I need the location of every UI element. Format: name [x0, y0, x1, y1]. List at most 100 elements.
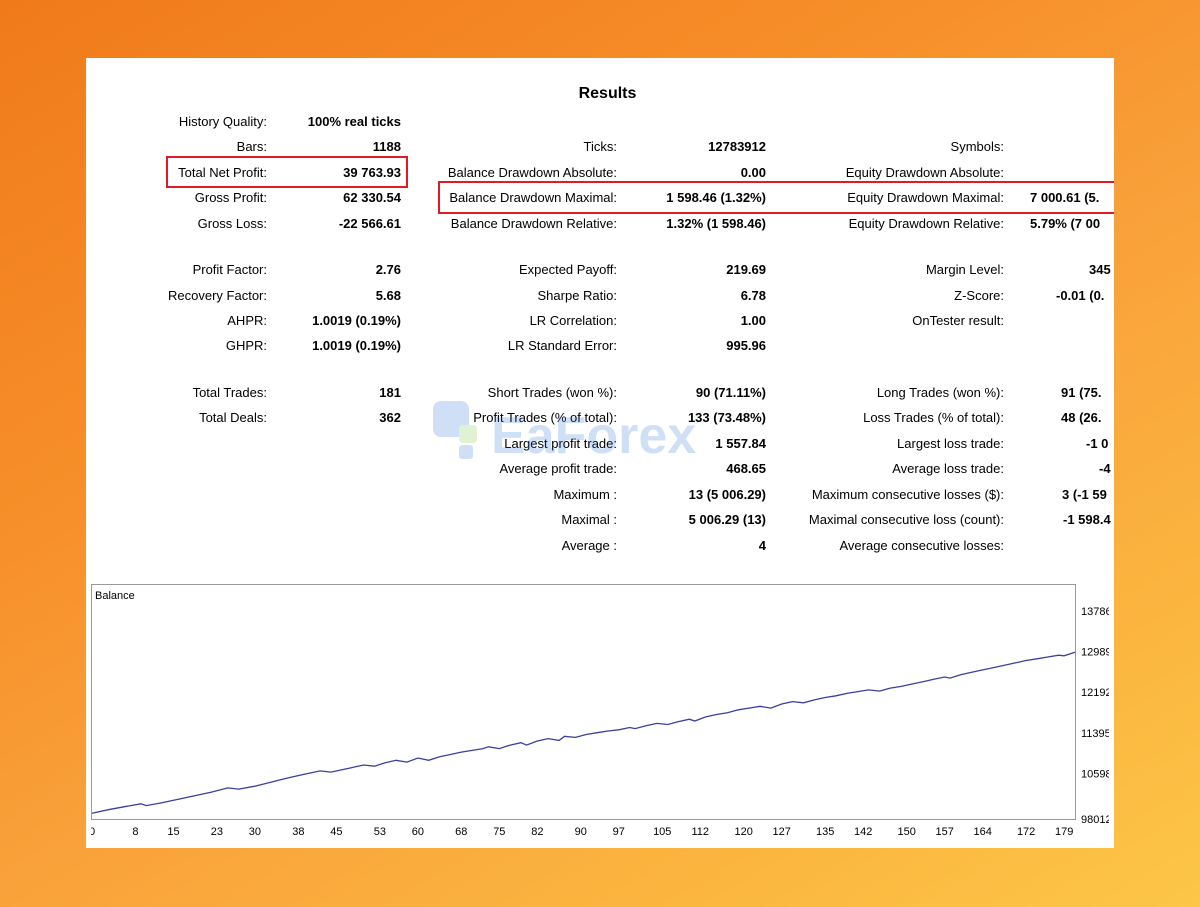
chart-title: Balance	[95, 590, 135, 602]
average-value: 4	[758, 538, 766, 553]
results-title: Results	[578, 85, 637, 102]
x-tick-label: 53	[374, 826, 386, 838]
watermark-mark-icon	[433, 401, 469, 437]
total-trades-value: 181	[379, 385, 401, 400]
history-quality-label: History Quality:	[178, 114, 267, 129]
y-axis: 98012 10598 11395 12192 12989 13786	[1081, 606, 1109, 826]
balance-dd-absolute-label: Balance Drawdown Absolute:	[447, 165, 617, 180]
y-tick-label: 12192	[1081, 687, 1109, 699]
average-consecutive-losses-label: Average consecutive losses:	[839, 538, 1004, 553]
expected-payoff-label: Expected Payoff:	[518, 262, 617, 277]
ghpr-value: 1.0019 (0.19%)	[312, 338, 401, 353]
x-tick-label: 150	[897, 826, 915, 838]
gross-loss-label: Gross Loss:	[197, 216, 267, 231]
x-tick-label: 120	[735, 826, 753, 838]
average-profit-trade-label: Average profit trade:	[499, 461, 617, 476]
sharpe-ratio-label: Sharpe Ratio:	[537, 288, 618, 303]
x-tick-label: 172	[1017, 826, 1035, 838]
x-tick-label: 15	[167, 826, 179, 838]
largest-profit-trade-value: 1 557.84	[715, 436, 766, 451]
x-tick-label: 179	[1055, 826, 1073, 838]
x-tick-label: 112	[691, 826, 709, 838]
total-deals-label: Total Deals:	[199, 410, 267, 425]
margin-level-value: 345	[1089, 262, 1111, 277]
total-net-profit-highlight	[166, 156, 408, 188]
bars-label: Bars:	[236, 139, 267, 154]
y-tick-label: 13786	[1081, 606, 1109, 618]
recovery-factor-value: 5.68	[375, 288, 401, 303]
ticks-label: Ticks:	[583, 139, 617, 154]
lr-correlation-value: 1.00	[740, 313, 766, 328]
x-tick-label: 30	[249, 826, 261, 838]
x-tick-label: 38	[292, 826, 304, 838]
largest-profit-trade-label: Largest profit trade:	[504, 436, 617, 451]
max-consecutive-losses-label: Maximum consecutive losses ($):	[811, 487, 1004, 502]
loss-trades-label: Loss Trades (% of total):	[863, 410, 1004, 425]
symbols-label: Symbols:	[950, 139, 1004, 154]
ahpr-value: 1.0019 (0.19%)	[312, 313, 401, 328]
x-tick-label: 90	[575, 826, 587, 838]
recovery-factor-label: Recovery Factor:	[168, 288, 267, 303]
maximal-consecutive-loss-value: -1 598.4	[1063, 512, 1111, 527]
equity-dd-relative-value: 5.79% (7 00	[1030, 216, 1101, 231]
maximal-label: Maximal :	[561, 512, 617, 527]
x-tick-label: 97	[613, 826, 625, 838]
x-tick-label: 105	[653, 826, 671, 838]
long-trades-value: 91 (75.	[1061, 385, 1102, 400]
z-score-label: Z-Score:	[954, 288, 1004, 303]
equity-dd-absolute-label: Equity Drawdown Absolute:	[845, 165, 1004, 180]
y-tick-label: 10598	[1081, 768, 1109, 780]
largest-loss-trade-value: -1 0	[1086, 436, 1109, 451]
maximum-value: 13 (5 006.29)	[688, 487, 766, 502]
y-tick-label: 12989	[1081, 647, 1109, 659]
balance-dd-relative-value: 1.32% (1 598.46)	[666, 216, 766, 231]
average-profit-trade-value: 468.65	[726, 461, 766, 476]
x-tick-label: 45	[330, 826, 342, 838]
lr-correlation-label: LR Correlation:	[529, 313, 617, 328]
average-loss-trade-label: Average loss trade:	[892, 461, 1004, 476]
x-tick-label: 142	[854, 826, 872, 838]
equity-dd-relative-label: Equity Drawdown Relative:	[848, 216, 1004, 231]
chart-plot-frame	[91, 584, 1076, 820]
x-tick-label: 68	[455, 826, 467, 838]
maximum-label: Maximum :	[553, 487, 617, 502]
balance-dd-relative-label: Balance Drawdown Relative:	[450, 216, 617, 231]
ontester-result-label: OnTester result:	[912, 313, 1004, 328]
largest-loss-trade-label: Largest loss trade:	[897, 436, 1004, 451]
x-tick-label: 135	[816, 826, 834, 838]
profit-trades-value: 133 (73.48%)	[687, 410, 766, 425]
y-tick-label: 98012	[1081, 814, 1109, 826]
x-tick-label: 127	[773, 826, 791, 838]
x-tick-label: 157	[935, 826, 953, 838]
x-tick-label: 23	[211, 826, 223, 838]
short-trades-value: 90 (71.11%)	[695, 385, 766, 400]
x-tick-label: 0	[91, 826, 95, 838]
y-tick-label: 11395	[1081, 728, 1109, 740]
balance-dd-absolute-value: 0.00	[740, 165, 766, 180]
sharpe-ratio-value: 6.78	[740, 288, 766, 303]
loss-trades-value: 48 (26.	[1061, 410, 1102, 425]
x-tick-label: 8	[132, 826, 138, 838]
maximal-consecutive-loss-label: Maximal consecutive loss (count):	[808, 512, 1004, 527]
average-label: Average :	[561, 538, 617, 553]
bars-value: 1188	[372, 139, 401, 154]
x-tick-label: 82	[531, 826, 543, 838]
ghpr-label: GHPR:	[225, 338, 267, 353]
results-panel: Results History Quality: 100% real ticks…	[86, 58, 1114, 848]
gross-profit-label: Gross Profit:	[194, 190, 267, 205]
balance-drawdown-maximal-highlight	[438, 181, 1114, 214]
total-trades-label: Total Trades:	[192, 385, 267, 400]
ahpr-label: AHPR:	[227, 313, 267, 328]
total-deals-value: 362	[379, 410, 401, 425]
balance-chart: Balance 98012 10598 11395 12192 12989 13786 0…	[91, 584, 1109, 838]
margin-level-label: Margin Level:	[925, 262, 1004, 277]
x-tick-label: 75	[493, 826, 505, 838]
long-trades-label: Long Trades (won %):	[876, 385, 1004, 400]
short-trades-label: Short Trades (won %):	[487, 385, 617, 400]
average-loss-trade-value: -4	[1099, 461, 1111, 476]
x-axis: 0 8 15 23 30 38 45 53 60 68 75 82 90 97 105 112 120 127 13…	[91, 826, 1073, 838]
lr-standard-error-value: 995.96	[726, 338, 766, 353]
max-consecutive-losses-value: 3 (-1 59	[1062, 487, 1107, 502]
expected-payoff-value: 219.69	[726, 262, 766, 277]
profit-factor-value: 2.76	[375, 262, 401, 277]
